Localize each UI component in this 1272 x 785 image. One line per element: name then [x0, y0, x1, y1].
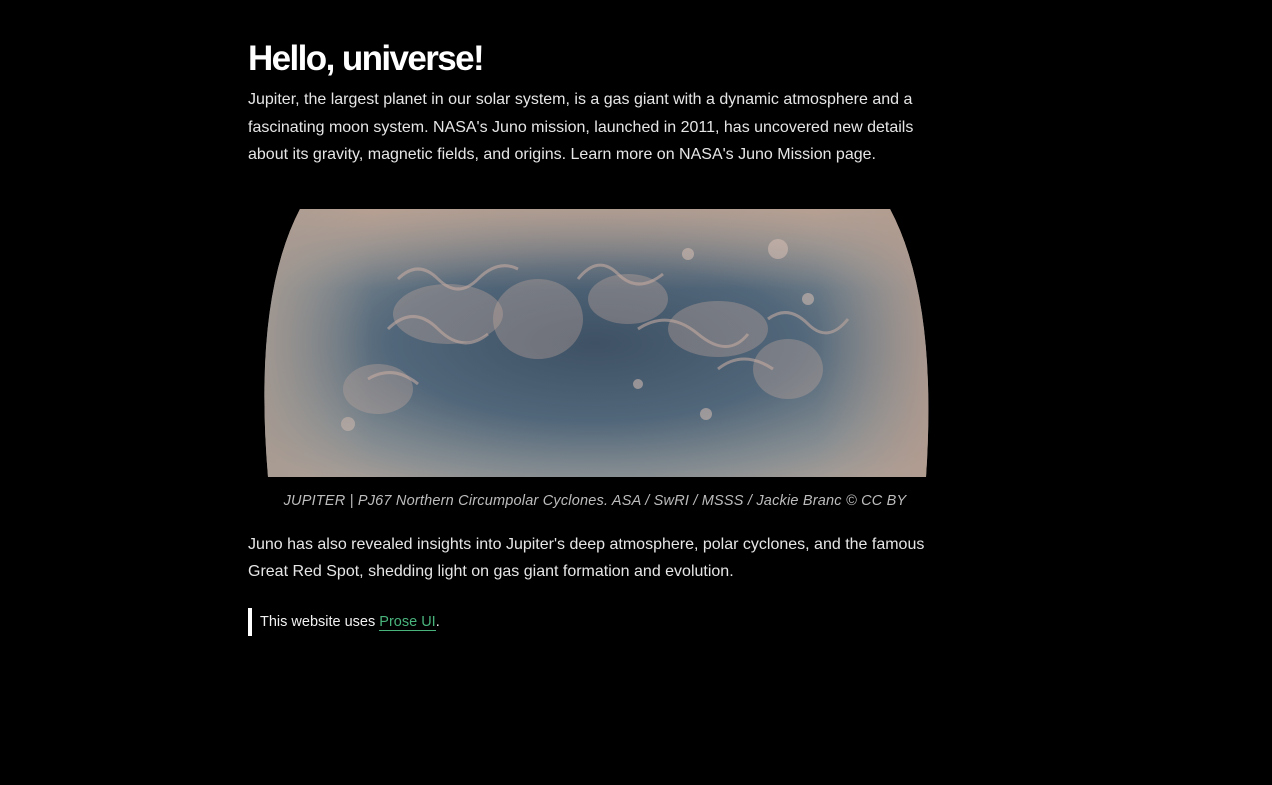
jupiter-figure: JUPITER | PJ67 Northern Circumpolar Cycl… — [248, 208, 942, 509]
intro-paragraph: Jupiter, the largest planet in our solar… — [248, 91, 914, 164]
outro-paragraph: Juno has also revealed insights into Jup… — [248, 535, 925, 581]
page-title: Hello, universe! — [248, 39, 485, 78]
note-prefix: This website uses — [260, 613, 380, 630]
article: Hello, universe! Jupiter, the largest pl… — [248, 0, 948, 636]
prose-ui-link[interactable]: Prose UI — [379, 613, 436, 631]
jupiter-image — [264, 208, 929, 477]
note-suffix: . — [435, 613, 440, 630]
attribution-note: This website uses Prose UI. — [248, 607, 948, 636]
figure-caption: JUPITER | PJ67 Northern Circumpolar Cycl… — [283, 492, 907, 509]
